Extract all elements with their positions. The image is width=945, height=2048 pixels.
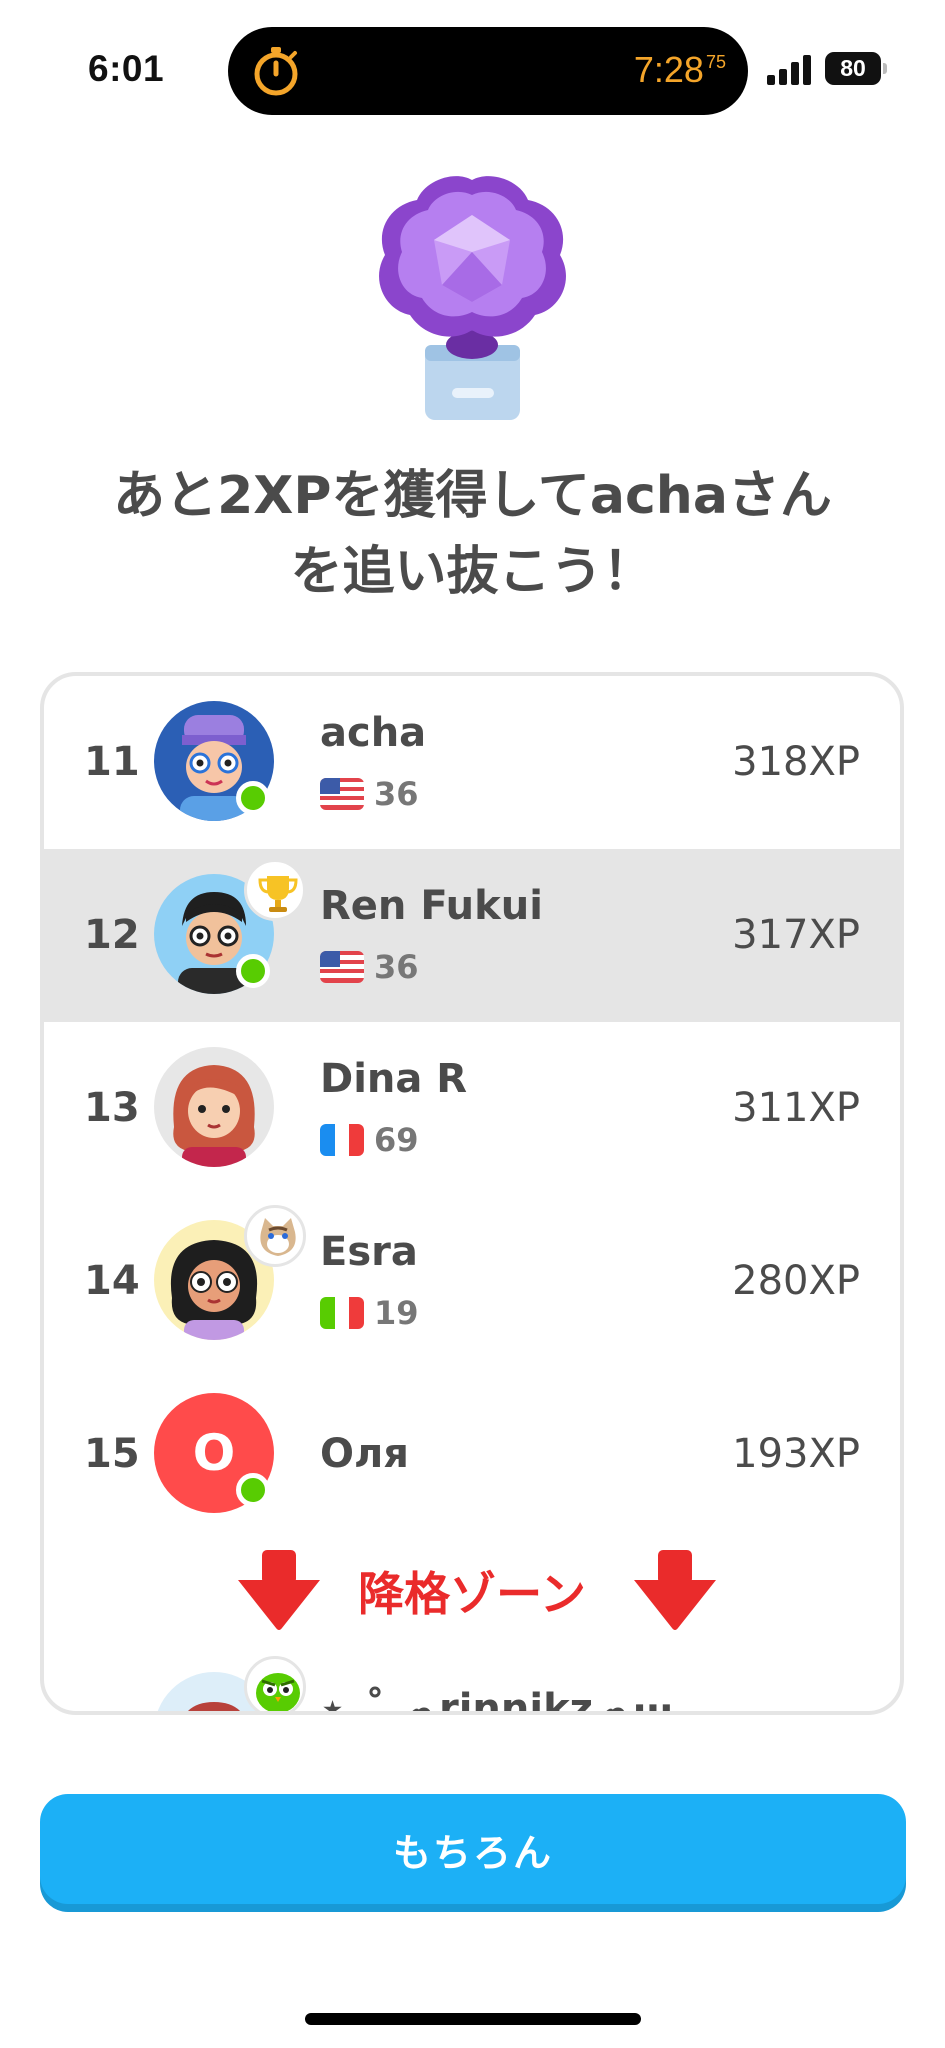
leaderboard-row-partial[interactable]: ⋆｡˚ ☁rinnikz☁⋯ (44, 1656, 900, 1715)
cellular-signal-icon (767, 55, 811, 85)
xp-value: 311XP (732, 1085, 860, 1131)
online-status-dot (236, 1473, 270, 1507)
avatar-initial: O (192, 1424, 236, 1482)
live-activity-timer: 7:28 75 (633, 49, 726, 90)
online-status-dot (236, 781, 270, 815)
user-name: ⋆｡˚ ☁rinnikz☁⋯ (320, 1686, 673, 1715)
us-flag-icon (320, 951, 364, 983)
xp-value: 317XP (732, 912, 860, 958)
trophy-icon (244, 859, 306, 921)
xp-value: 280XP (732, 1258, 860, 1304)
rank-number: 12 (84, 912, 140, 958)
overtake-prompt: あと2XPを獲得してachaさん を追い抜こう！ (113, 466, 832, 602)
us-flag-icon (320, 778, 364, 810)
cat-icon (244, 1205, 306, 1267)
leaderboard-row[interactable]: 14 Esra 19 280XP (44, 1195, 900, 1368)
demotion-zone-divider: 降格ゾーン (44, 1536, 900, 1636)
home-indicator[interactable] (305, 2013, 641, 2025)
status-bar: 6:01 7:28 75 80 (0, 0, 945, 140)
rank-number: 13 (84, 1085, 140, 1131)
leaderboard-row[interactable]: 15 O Оля 193XP (44, 1368, 900, 1541)
rank-number: 11 (84, 739, 140, 785)
user-name: acha (320, 710, 427, 756)
xp-value: 318XP (732, 739, 860, 785)
demotion-zone-label: 降格ゾーン (358, 1567, 586, 1621)
duo-owl-icon (244, 1656, 306, 1711)
rank-number: 14 (84, 1258, 140, 1304)
rank-number: 15 (84, 1431, 140, 1477)
leaderboard-row[interactable]: 11 acha 36 318XP (44, 676, 900, 849)
battery-indicator: 80 (825, 52, 887, 85)
stopwatch-icon (254, 47, 298, 96)
confirm-button[interactable]: もちろん (40, 1794, 906, 1904)
user-name: Esra (320, 1229, 418, 1275)
streak-count: 36 (374, 948, 419, 986)
xp-value: 193XP (732, 1431, 860, 1477)
status-time: 6:01 (88, 48, 165, 89)
fr-flag-icon (320, 1124, 364, 1156)
leaderboard-row[interactable]: 13 Dina R 69 311XP (44, 1022, 900, 1195)
streak-count: 36 (374, 775, 419, 813)
leaderboard-screen: 6:01 7:28 75 80 あと2XPを獲得してachaさん を追い抜こう！… (0, 0, 945, 2048)
it-flag-icon (320, 1297, 364, 1329)
leaderboard-list[interactable]: 11 acha 36 318XP 12 Ren Fukui 36 317XP 1… (40, 672, 904, 1715)
user-name: Ren Fukui (320, 883, 543, 929)
amethyst-league-icon (379, 176, 566, 420)
streak-count: 69 (374, 1121, 419, 1159)
course-streak: 69 (320, 1121, 419, 1159)
streak-count: 19 (374, 1294, 419, 1332)
course-streak: 36 (320, 775, 419, 813)
down-arrow-icon (634, 1550, 716, 1630)
leaderboard-row-current-user[interactable]: 12 Ren Fukui 36 317XP (44, 849, 900, 1022)
course-streak: 36 (320, 948, 419, 986)
online-status-dot (236, 954, 270, 988)
user-name: Оля (320, 1431, 409, 1477)
dynamic-island[interactable]: 7:28 75 (228, 27, 748, 115)
user-name: Dina R (320, 1056, 468, 1102)
avatar (154, 1047, 274, 1167)
course-streak: 19 (320, 1294, 419, 1332)
